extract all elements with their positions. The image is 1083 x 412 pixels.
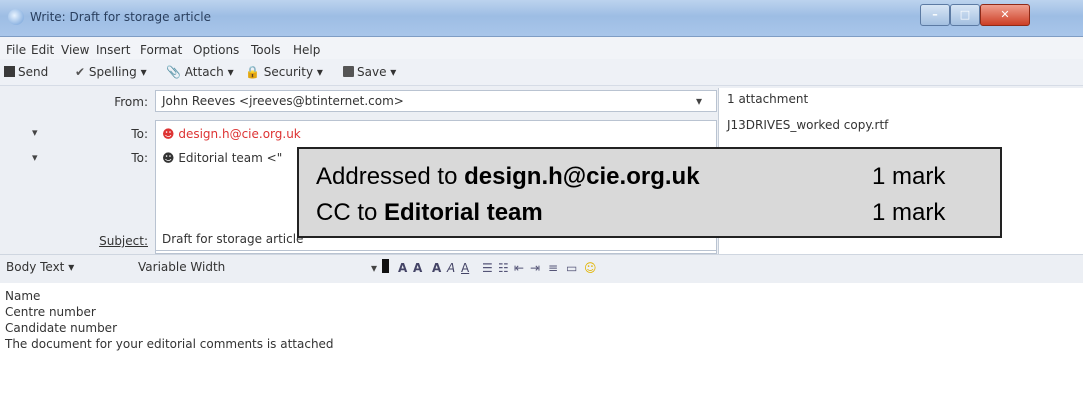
recipient-cc-value: Editorial team <" xyxy=(178,151,283,165)
callout-row-cc: CC to Editorial team xyxy=(316,199,543,227)
spelling-button[interactable]: ✔ Spelling ▾ xyxy=(75,65,147,79)
chevron-down-icon: ▾ xyxy=(390,65,397,79)
callout-row1-mark: 1 mark xyxy=(872,163,946,190)
attachment-count: 1 attachment xyxy=(727,92,809,106)
paragraph-style-value: Body Text xyxy=(6,260,65,274)
address-type-dropdown-icon[interactable]: ▾ xyxy=(32,151,38,164)
recipient-cc[interactable]: ☻ Editorial team <" xyxy=(162,151,282,165)
maximize-icon: □ xyxy=(959,8,971,21)
body-line-document: The document for your editorial comments… xyxy=(5,337,334,351)
menu-help[interactable]: Help xyxy=(293,43,320,57)
callout-row2-mark: 1 mark xyxy=(872,199,946,226)
font-size-larger-icon[interactable]: A xyxy=(413,261,422,275)
attachment-file[interactable]: J13DRIVES_worked copy.rtf xyxy=(727,118,888,132)
title-bar: Write: Draft for storage article – □ ✕ xyxy=(0,0,1083,37)
window-title: Write: Draft for storage article xyxy=(30,10,211,24)
thunderbird-app-icon xyxy=(8,9,24,25)
callout-row2-team: Editorial team xyxy=(384,199,543,226)
text-color-icon[interactable] xyxy=(382,259,389,273)
mark-scheme-callout: Addressed to design.h@cie.org.uk 1 mark … xyxy=(297,147,1002,238)
align-icon[interactable]: ≡ xyxy=(548,261,558,275)
contact-icon: ☻ xyxy=(162,151,175,165)
contact-icon: ☻ xyxy=(162,127,175,141)
menu-options[interactable]: Options xyxy=(193,43,239,57)
cc-label: To: xyxy=(131,151,148,165)
chevron-down-icon: ▾ xyxy=(696,94,703,108)
message-body[interactable]: Name Centre number Candidate number The … xyxy=(0,283,1083,412)
outdent-icon[interactable]: ⇤ xyxy=(514,261,524,275)
attach-label: Attach xyxy=(184,65,224,79)
chevron-down-icon: ▾ xyxy=(227,65,234,79)
spelling-label: Spelling xyxy=(88,65,137,79)
from-label: From: xyxy=(114,95,148,109)
subject-value: Draft for storage article xyxy=(162,232,304,246)
body-line-candidate: Candidate number xyxy=(5,321,117,335)
minimize-button[interactable]: – xyxy=(920,4,950,26)
lock-icon: 🔒 xyxy=(245,65,260,79)
menu-bar: File Edit View Insert Format Options Too… xyxy=(0,37,1083,59)
bulleted-list-icon[interactable]: ☰ xyxy=(482,261,493,275)
menu-view[interactable]: View xyxy=(61,43,89,57)
menu-tools[interactable]: Tools xyxy=(251,43,281,57)
indent-icon[interactable]: ⇥ xyxy=(530,261,540,275)
body-line-centre: Centre number xyxy=(5,305,96,319)
chevron-down-icon: ▾ xyxy=(140,65,147,79)
font-value: Variable Width xyxy=(138,260,226,274)
security-button[interactable]: 🔒 Security ▾ xyxy=(245,65,323,79)
save-label: Save xyxy=(357,65,387,79)
font-select[interactable]: Variable Width xyxy=(138,260,225,276)
underline-icon[interactable]: A xyxy=(461,261,469,275)
menu-edit[interactable]: Edit xyxy=(31,43,54,57)
maximize-button[interactable]: □ xyxy=(950,4,980,26)
save-icon xyxy=(343,66,354,77)
minimize-icon: – xyxy=(932,8,938,21)
italic-icon[interactable]: A xyxy=(447,261,455,275)
subject-label: Subject: xyxy=(99,234,148,248)
close-button[interactable]: ✕ xyxy=(980,4,1030,26)
chevron-down-icon: ▾ xyxy=(371,261,378,275)
spellcheck-icon: ✔ xyxy=(75,65,86,79)
save-button[interactable]: Save ▾ xyxy=(343,65,396,79)
paperclip-icon: 📎 xyxy=(166,65,181,79)
smiley-icon[interactable]: ☺ xyxy=(584,261,597,275)
callout-row1-prefix: Addressed to xyxy=(316,163,465,190)
send-button[interactable]: Send xyxy=(4,65,48,79)
bold-icon[interactable]: A xyxy=(432,261,441,275)
send-icon xyxy=(4,66,15,77)
recipient-to-value: design.h@cie.org.uk xyxy=(178,127,301,141)
paragraph-style-select[interactable]: Body Text ▾ xyxy=(6,260,74,276)
callout-row2-prefix: CC to xyxy=(316,199,385,226)
recipient-to[interactable]: ☻ design.h@cie.org.uk xyxy=(162,127,301,141)
compose-toolbar: Send ✔ Spelling ▾ 📎 Attach ▾ 🔒 Security … xyxy=(0,59,1083,86)
from-value: John Reeves <jreeves@btinternet.com> xyxy=(162,94,404,108)
callout-row-addressed: Addressed to design.h@cie.org.uk xyxy=(316,163,700,191)
chevron-down-icon: ▾ xyxy=(316,65,323,79)
menu-format[interactable]: Format xyxy=(140,43,182,57)
chevron-down-icon: ▾ xyxy=(68,260,75,274)
close-icon: ✕ xyxy=(1000,8,1010,21)
numbered-list-icon[interactable]: ☷ xyxy=(498,261,509,275)
insert-icon[interactable]: ▭ xyxy=(566,261,577,275)
body-line-name: Name xyxy=(5,289,41,303)
menu-file[interactable]: File xyxy=(6,43,26,57)
format-toolbar: Body Text ▾ Variable Width ▾ A A A A A ☰… xyxy=(0,254,1083,284)
callout-row1-email: design.h@cie.org.uk xyxy=(464,163,700,190)
to-label: To: xyxy=(131,127,148,141)
security-label: Security xyxy=(263,65,314,79)
font-size-smaller-icon[interactable]: A xyxy=(398,261,407,275)
address-type-dropdown-icon[interactable]: ▾ xyxy=(32,126,38,139)
send-label: Send xyxy=(18,65,49,79)
menu-insert[interactable]: Insert xyxy=(96,43,130,57)
attach-button[interactable]: 📎 Attach ▾ xyxy=(166,65,234,79)
from-select[interactable]: John Reeves <jreeves@btinternet.com> ▾ xyxy=(155,90,717,112)
